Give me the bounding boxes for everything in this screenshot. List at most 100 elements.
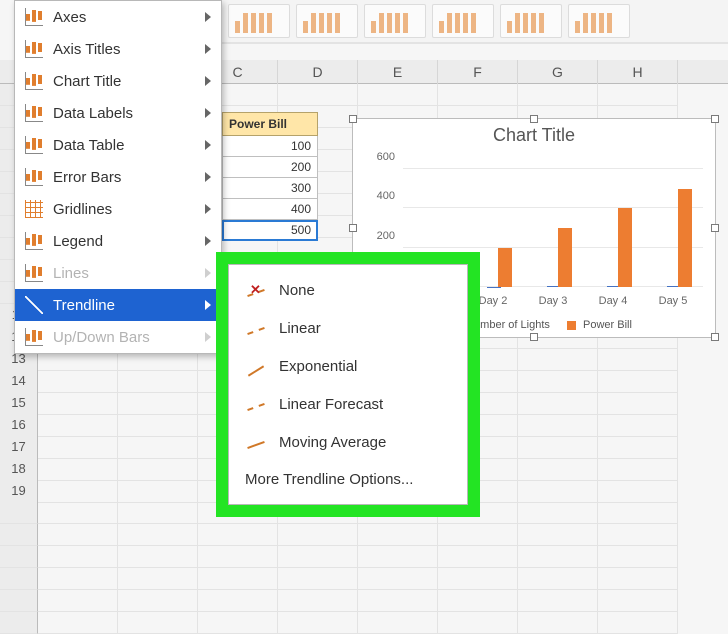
submenu-item-exponential[interactable]: Exponential <box>229 347 467 385</box>
cell[interactable] <box>198 612 278 634</box>
submenu-item-linear-forecast[interactable]: Linear Forecast <box>229 385 467 423</box>
menu-item-gridlines[interactable]: Gridlines <box>15 193 221 225</box>
cell[interactable] <box>518 568 598 590</box>
menu-item-error-bars[interactable]: Error Bars <box>15 161 221 193</box>
cell[interactable] <box>358 84 438 106</box>
cell[interactable] <box>38 502 118 524</box>
cell[interactable] <box>598 414 678 437</box>
cell[interactable] <box>278 590 358 612</box>
cell[interactable] <box>518 348 598 371</box>
cell[interactable] <box>598 436 678 459</box>
cell[interactable] <box>38 612 118 634</box>
submenu-item-none[interactable]: None <box>229 271 467 309</box>
cell[interactable] <box>438 568 518 590</box>
col-header[interactable]: G <box>518 60 598 84</box>
cell[interactable] <box>118 590 198 612</box>
chart-style-thumb[interactable] <box>364 4 426 38</box>
cell[interactable] <box>598 612 678 634</box>
chart-style-thumb[interactable] <box>432 4 494 38</box>
cell[interactable] <box>598 392 678 415</box>
cell[interactable] <box>118 502 198 524</box>
cell[interactable] <box>278 546 358 568</box>
cell[interactable] <box>118 392 198 415</box>
row-header[interactable] <box>0 524 38 546</box>
cell[interactable] <box>118 436 198 459</box>
cell[interactable] <box>518 84 598 106</box>
cell[interactable] <box>38 480 118 503</box>
cell[interactable] <box>118 480 198 503</box>
cell[interactable] <box>38 568 118 590</box>
cell[interactable] <box>38 524 118 546</box>
cell[interactable] <box>118 568 198 590</box>
cell[interactable] <box>438 612 518 634</box>
cell[interactable] <box>518 502 598 524</box>
row-header[interactable]: 18 <box>0 458 38 481</box>
cell[interactable] <box>118 546 198 568</box>
menu-item-data-labels[interactable]: Data Labels <box>15 97 221 129</box>
bar-series2[interactable] <box>558 228 572 287</box>
chart-title[interactable]: Chart Title <box>353 125 715 146</box>
cell[interactable] <box>518 480 598 503</box>
cell[interactable] <box>518 524 598 546</box>
cell[interactable]: 400 <box>222 199 318 220</box>
menu-item-data-table[interactable]: Data Table <box>15 129 221 161</box>
menu-item-chart-title[interactable]: Chart Title <box>15 65 221 97</box>
chart-elements-menu[interactable]: AxesAxis TitlesChart TitleData LabelsDat… <box>14 0 222 354</box>
row-header[interactable] <box>0 568 38 590</box>
chart-style-thumb[interactable] <box>228 4 290 38</box>
cell[interactable] <box>38 590 118 612</box>
cell[interactable] <box>278 84 358 106</box>
cell[interactable] <box>198 524 278 546</box>
cell[interactable] <box>38 370 118 393</box>
submenu-item-more-trendline-options[interactable]: More Trendline Options... <box>229 461 467 498</box>
cell[interactable] <box>518 436 598 459</box>
bar-series2[interactable] <box>678 189 692 287</box>
cell[interactable] <box>358 590 438 612</box>
bar-series2[interactable] <box>618 208 632 287</box>
menu-item-axes[interactable]: Axes <box>15 1 221 33</box>
chart-style-thumb[interactable] <box>296 4 358 38</box>
row-header[interactable]: 15 <box>0 392 38 415</box>
cell[interactable]: 200 <box>222 157 318 178</box>
cell[interactable] <box>198 590 278 612</box>
col-header[interactable]: H <box>598 60 678 84</box>
submenu-item-moving-average[interactable]: Moving Average <box>229 423 467 461</box>
submenu-item-linear[interactable]: Linear <box>229 309 467 347</box>
cell[interactable] <box>518 612 598 634</box>
row-header[interactable]: 16 <box>0 414 38 437</box>
col-header[interactable]: F <box>438 60 518 84</box>
cell[interactable] <box>278 524 358 546</box>
bar-group[interactable] <box>583 169 643 287</box>
cell[interactable] <box>38 436 118 459</box>
bar-group[interactable] <box>523 169 583 287</box>
cell[interactable] <box>518 546 598 568</box>
cell[interactable]: 300 <box>222 178 318 199</box>
cell[interactable] <box>38 392 118 415</box>
cell[interactable] <box>118 370 198 393</box>
cell[interactable] <box>518 414 598 437</box>
cell[interactable] <box>358 546 438 568</box>
cell[interactable] <box>438 84 518 106</box>
cell[interactable] <box>598 480 678 503</box>
cell[interactable] <box>118 524 198 546</box>
menu-item-axis-titles[interactable]: Axis Titles <box>15 33 221 65</box>
cell[interactable] <box>438 590 518 612</box>
cell[interactable] <box>598 84 678 106</box>
cell[interactable]: 100 <box>222 136 318 157</box>
cell[interactable] <box>598 546 678 568</box>
row-header[interactable]: 17 <box>0 436 38 459</box>
row-header[interactable]: 14 <box>0 370 38 393</box>
cell[interactable] <box>598 590 678 612</box>
col-header[interactable]: D <box>278 60 358 84</box>
cell[interactable] <box>358 568 438 590</box>
cell[interactable] <box>598 568 678 590</box>
row-header[interactable] <box>0 546 38 568</box>
trendline-submenu[interactable]: NoneLinearExponentialLinear ForecastMovi… <box>228 264 468 505</box>
cell[interactable] <box>278 612 358 634</box>
cell[interactable] <box>358 612 438 634</box>
cell[interactable] <box>118 612 198 634</box>
row-header[interactable] <box>0 590 38 612</box>
cell[interactable] <box>278 568 358 590</box>
cell[interactable] <box>438 524 518 546</box>
cell[interactable] <box>438 546 518 568</box>
